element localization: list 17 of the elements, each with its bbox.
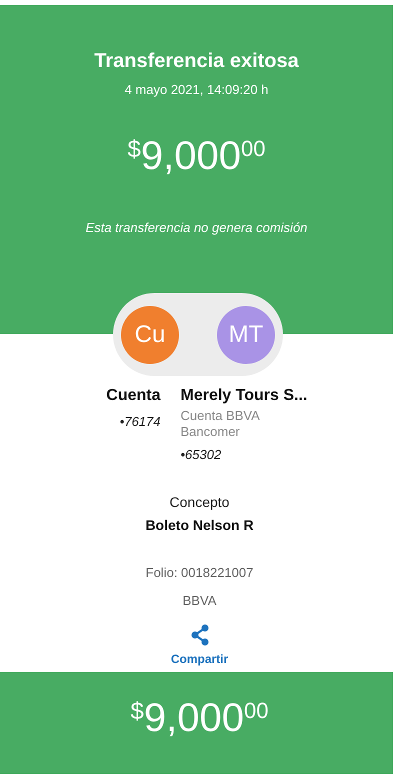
bank: BBVA: [182, 592, 216, 610]
title: Transferencia exitosa: [94, 49, 299, 74]
avatar: MT: [217, 306, 275, 364]
bank-name: Cuenta BBVA: [180, 408, 260, 424]
date-time: 4 mayo 2021, 14:09:20 h: [124, 81, 268, 99]
folio: Folio: 0018221007: [146, 564, 254, 582]
bank-name: Bancomer: [180, 424, 240, 440]
avatar: Cu: [121, 306, 179, 364]
commission-note: Esta transferencia no genera comisión: [86, 218, 308, 237]
share-button[interactable]: Compartir: [170, 624, 228, 668]
account-number: •65302: [180, 446, 222, 464]
account-number: •76174: [120, 413, 160, 431]
concept-value: Boleto Nelson R: [145, 516, 254, 535]
concept-label: Concepto: [170, 493, 230, 512]
party-name: Cuenta: [106, 386, 160, 406]
party-name: Merely Tours S...: [180, 386, 308, 406]
share-icon: [190, 624, 210, 646]
